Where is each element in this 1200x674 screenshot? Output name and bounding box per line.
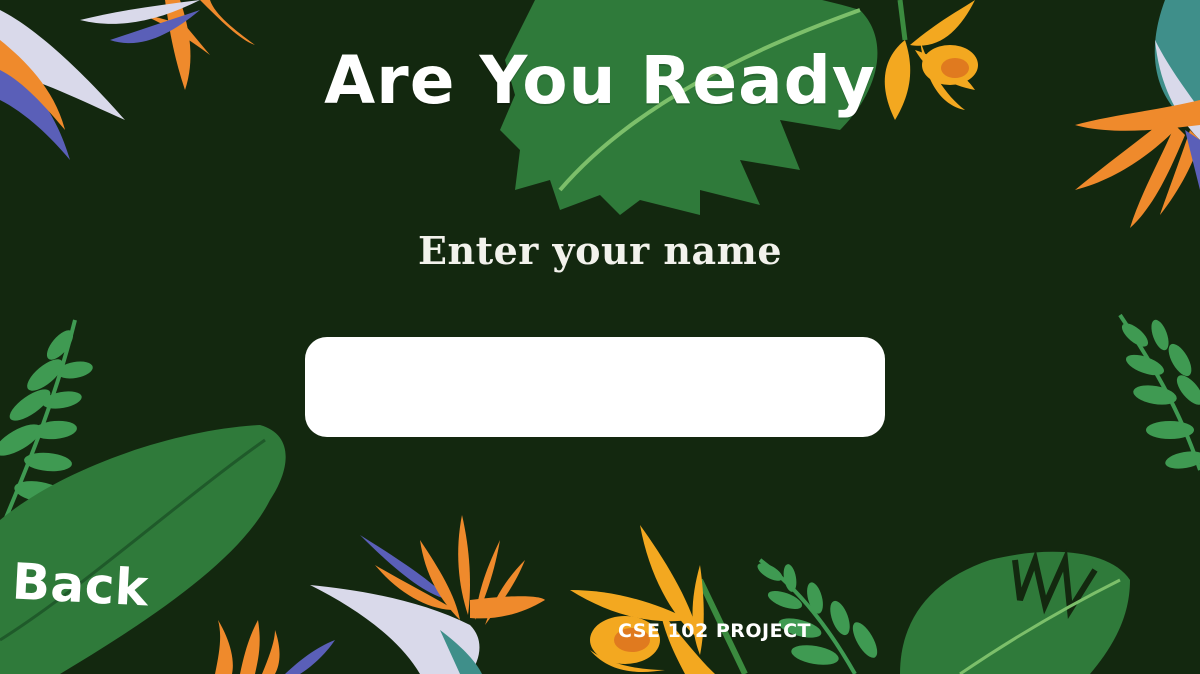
monstera-leaf-icon (900, 548, 1130, 674)
footer-label: CSE 102 PROJECT (618, 620, 812, 642)
orchid-icon (570, 525, 748, 674)
back-button[interactable]: Back (11, 552, 151, 617)
bird-of-paradise-icon (215, 620, 335, 674)
fern-icon (1118, 313, 1200, 471)
name-prompt-label: Enter your name (417, 228, 782, 273)
page-title: Are You Ready (324, 42, 876, 119)
fern-icon (757, 558, 878, 674)
bird-of-paradise-icon (310, 515, 545, 674)
name-input[interactable] (305, 337, 885, 437)
game-screen: Are You Ready Enter your name Back CSE 1… (0, 0, 1200, 674)
